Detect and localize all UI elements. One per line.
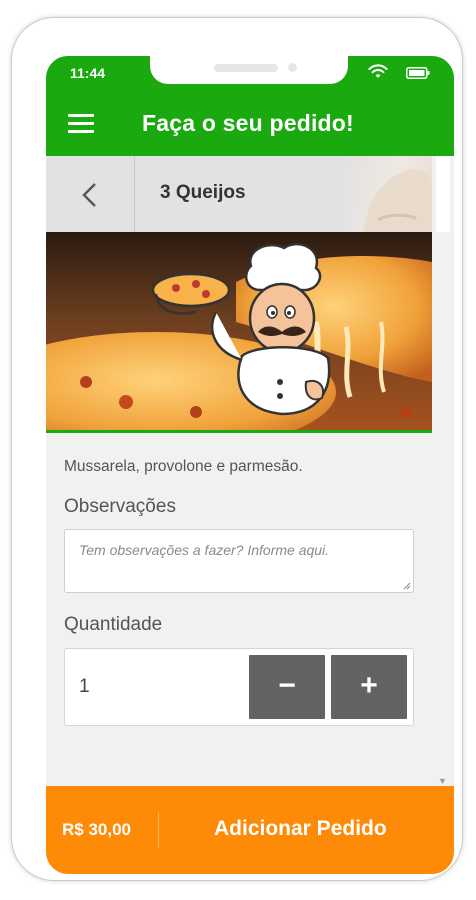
phone-frame: 11:44 Faça o seu pedido! 3 Queijos ▼ Mus… — [12, 18, 462, 880]
page-title: Faça o seu pedido! — [142, 110, 354, 136]
decorative-hand-image — [342, 156, 432, 232]
front-camera — [288, 63, 297, 72]
observations-label: Observações — [64, 496, 176, 517]
battery-icon — [406, 67, 430, 79]
app-screen: 11:44 Faça o seu pedido! 3 Queijos ▼ Mus… — [46, 56, 454, 874]
product-description: Mussarela, provolone e parmesão. — [64, 458, 303, 475]
decrease-quantity-button[interactable]: − — [249, 655, 325, 719]
product-hero-image — [46, 232, 432, 433]
app-header: Faça o seu pedido! — [46, 92, 454, 156]
price-label: R$ 30,00 — [62, 820, 131, 839]
phone-notch — [150, 56, 348, 84]
status-time: 11:44 — [70, 65, 106, 81]
quantity-label: Quantidade — [64, 614, 163, 635]
observations-textarea[interactable]: Tem observações a fazer? Informe aqui. — [64, 529, 414, 593]
add-order-label: Adicionar Pedido — [214, 817, 387, 840]
order-footer: R$ 30,00 Adicionar Pedido — [46, 786, 454, 874]
quantity-input[interactable]: 1 — [79, 676, 90, 698]
observations-placeholder: Tem observações a fazer? Informe aqui. — [79, 542, 330, 558]
product-name: 3 Queijos — [160, 182, 246, 203]
add-order-button[interactable]: Adicionar Pedido — [159, 786, 454, 874]
speaker-grille — [214, 64, 278, 72]
back-button[interactable] — [46, 156, 135, 232]
status-bar: 11:44 — [46, 56, 454, 92]
scrollbar[interactable]: ▼ — [432, 156, 454, 786]
increase-quantity-button[interactable]: + — [331, 655, 407, 719]
chevron-left-icon — [82, 183, 96, 207]
scrollbar-thumb[interactable] — [436, 156, 450, 232]
product-header: 3 Queijos — [46, 156, 432, 233]
scroll-down-arrow-icon[interactable]: ▼ — [438, 776, 447, 786]
wifi-icon — [368, 64, 388, 78]
hamburger-menu-icon[interactable] — [68, 114, 94, 134]
resize-handle-icon[interactable] — [402, 581, 411, 590]
quantity-stepper: 1 − + — [64, 648, 414, 726]
